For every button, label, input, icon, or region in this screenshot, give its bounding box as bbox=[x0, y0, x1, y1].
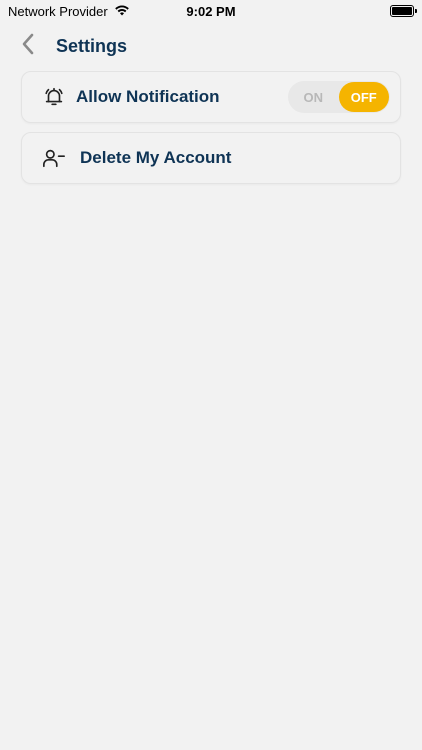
wifi-icon bbox=[114, 4, 130, 19]
header: Settings bbox=[0, 30, 422, 62]
toggle-on-option[interactable]: ON bbox=[288, 90, 339, 105]
bell-ring-icon bbox=[42, 85, 66, 109]
notification-toggle[interactable]: ON OFF bbox=[288, 81, 390, 113]
notification-label: Allow Notification bbox=[76, 87, 220, 106]
delete-account-row[interactable]: Delete My Account bbox=[21, 132, 401, 184]
delete-account-label: Delete My Account bbox=[80, 148, 232, 167]
user-minus-icon bbox=[42, 146, 66, 170]
page-title: Settings bbox=[56, 35, 128, 56]
chevron-left-icon bbox=[21, 33, 35, 60]
toggle-off-option[interactable]: OFF bbox=[338, 82, 389, 112]
battery-icon bbox=[390, 5, 417, 17]
back-button[interactable] bbox=[12, 30, 44, 62]
status-left: Network Provider bbox=[8, 4, 130, 19]
carrier-label: Network Provider bbox=[8, 3, 108, 19]
status-bar: Network Provider 9:02 PM bbox=[0, 0, 422, 22]
notification-setting-row: Allow Notification ON OFF bbox=[21, 71, 401, 123]
